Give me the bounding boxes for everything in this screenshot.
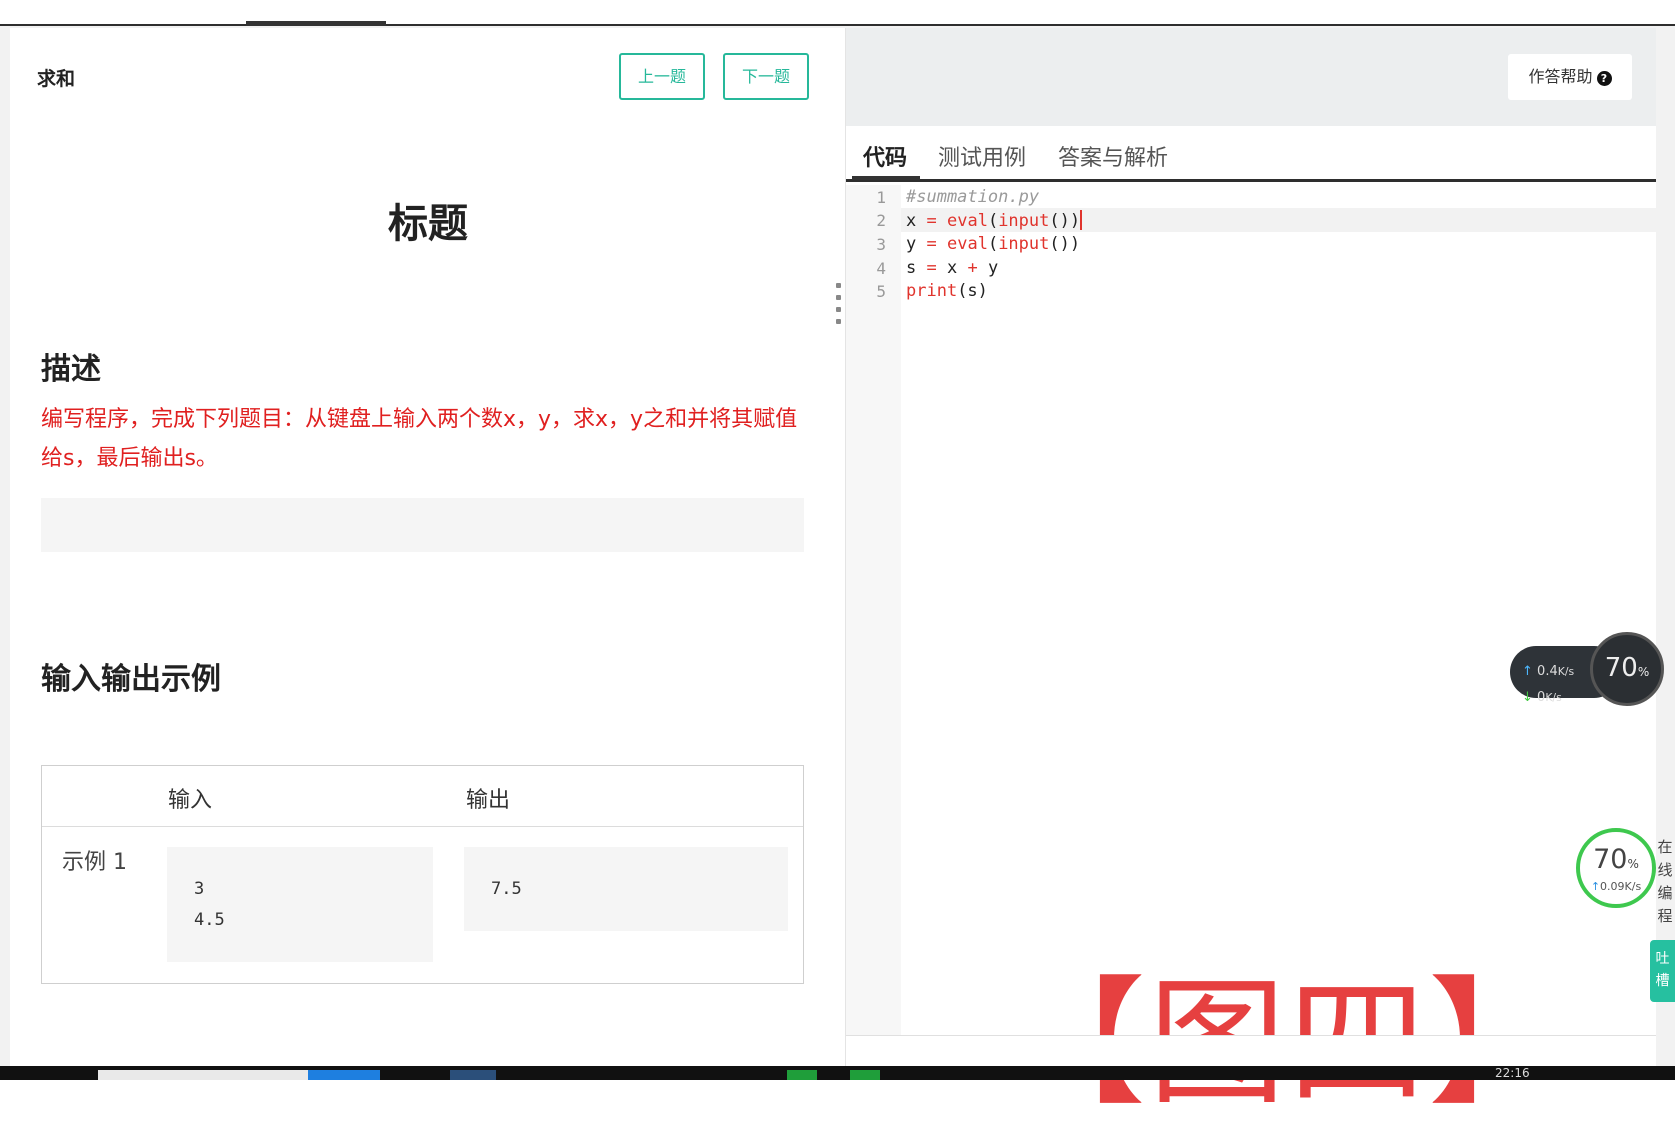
handle-dot bbox=[836, 283, 841, 288]
tab-test-cases[interactable]: 测试用例 bbox=[938, 140, 1026, 172]
io-col-input-header: 输入 bbox=[168, 788, 213, 813]
handle-dot bbox=[836, 319, 841, 324]
usage-percent: 70% bbox=[1593, 653, 1661, 683]
handle-dot bbox=[836, 295, 841, 300]
code-line[interactable]: #summation.py bbox=[906, 187, 1039, 207]
problem-header: 求和 上一题 下一题 bbox=[10, 28, 846, 124]
editor-footer bbox=[846, 1035, 1656, 1066]
answer-help-button[interactable]: 作答帮助? bbox=[1508, 54, 1632, 100]
taskbar-app-button[interactable] bbox=[787, 1070, 817, 1080]
download-speed: ↓ 0K/s bbox=[1522, 690, 1562, 705]
prev-problem-button[interactable]: 上一题 bbox=[619, 53, 705, 100]
network-monitor-widget[interactable]: ↑ 0.4K/s ↓ 0K/s 70% bbox=[1510, 632, 1664, 708]
io-col-output-header: 输出 bbox=[466, 788, 511, 813]
code-line[interactable]: s = x + y bbox=[906, 258, 998, 278]
upload-unit: K/s bbox=[1557, 665, 1575, 678]
active-tab-indicator bbox=[852, 176, 920, 180]
line-number: 5 bbox=[876, 282, 886, 301]
line-number: 2 bbox=[876, 211, 886, 230]
editor-tabs: 代码 测试用例 答案与解析 bbox=[846, 126, 1656, 182]
tab-answer-analysis[interactable]: 答案与解析 bbox=[1058, 140, 1168, 172]
upload-arrow-icon: ↑ bbox=[1590, 880, 1601, 893]
problem-title: 标题 bbox=[388, 201, 468, 247]
editor-panel: 作答帮助? 代码 测试用例 答案与解析 1 2 3 4 5 #summation… bbox=[846, 28, 1656, 1124]
editor-header: 作答帮助? bbox=[846, 28, 1656, 126]
problem-name: 求和 bbox=[37, 68, 76, 90]
tab-code[interactable]: 代码 bbox=[863, 140, 907, 172]
download-unit: K/s bbox=[1545, 691, 1562, 704]
code-editor[interactable]: 1 2 3 4 5 #summation.py x = eval(input()… bbox=[846, 185, 1656, 1124]
ball-percent: 70% bbox=[1580, 844, 1652, 875]
io-table-header: 输入 输出 bbox=[42, 766, 803, 827]
description-text: 编写程序，完成下列题目：从键盘上输入两个数x，y，求x，y之和并将其赋值给s，最… bbox=[41, 407, 798, 471]
code-line[interactable]: y = eval(input()) bbox=[906, 234, 1080, 254]
line-number: 1 bbox=[876, 188, 886, 207]
taskbar-search-box[interactable] bbox=[98, 1070, 308, 1080]
next-problem-button[interactable]: 下一题 bbox=[723, 53, 809, 100]
line-number: 4 bbox=[876, 259, 886, 278]
line-number-gutter bbox=[846, 185, 901, 1035]
text-caret bbox=[1080, 210, 1083, 230]
ball-speed-value: 0.09K/s bbox=[1600, 880, 1642, 893]
taskbar-clock[interactable]: 22:16 bbox=[1495, 1066, 1530, 1080]
problem-panel: 求和 上一题 下一题 标题 描述 编写程序，完成下列题目：从键盘上输入两个数x，… bbox=[10, 28, 846, 1066]
upload-arrow-icon: ↑ bbox=[1522, 664, 1533, 679]
description-placeholder-box bbox=[41, 498, 804, 552]
network-monitor-ball[interactable]: 70% ↑0.09K/s bbox=[1576, 828, 1656, 908]
description-heading: 描述 bbox=[41, 352, 101, 387]
ball-percent-value: 70 bbox=[1593, 844, 1628, 875]
figure-label-stamp: 【图四】 bbox=[1008, 931, 1568, 1131]
code-comment: #summation.py bbox=[906, 187, 1040, 207]
io-example-output: 7.5 bbox=[464, 847, 788, 931]
io-example-label: 示例 1 bbox=[62, 850, 127, 875]
taskbar-app-button[interactable] bbox=[450, 1070, 496, 1080]
question-circle-icon: ? bbox=[1596, 71, 1612, 86]
os-taskbar: 22:16 bbox=[0, 1066, 1675, 1080]
code-line[interactable]: print(s) bbox=[906, 281, 988, 301]
app-window: 求和 上一题 下一题 标题 描述 编写程序，完成下列题目：从键盘上输入两个数x，… bbox=[0, 0, 1675, 1124]
io-examples-heading: 输入输出示例 bbox=[41, 662, 221, 697]
upload-value: 0.4 bbox=[1537, 664, 1558, 679]
download-arrow-icon: ↓ bbox=[1522, 690, 1533, 705]
feedback-side-button[interactable]: 吐槽 bbox=[1650, 940, 1675, 1002]
ball-percent-unit: % bbox=[1627, 857, 1639, 871]
io-example-input: 3 4.5 bbox=[167, 847, 433, 962]
usage-unit: % bbox=[1637, 665, 1650, 679]
online-coding-side-tab[interactable]: 在线编程 bbox=[1655, 836, 1675, 928]
browser-tab-strip bbox=[0, 0, 1675, 26]
line-number: 3 bbox=[876, 235, 886, 254]
ball-speed: ↑0.09K/s bbox=[1580, 880, 1652, 893]
active-page-tab-indicator[interactable] bbox=[246, 21, 386, 26]
handle-dot bbox=[836, 307, 841, 312]
code-line[interactable]: x = eval(input()) bbox=[906, 210, 1083, 231]
usage-gauge: 70% bbox=[1590, 632, 1664, 706]
taskbar-app-button[interactable] bbox=[308, 1070, 380, 1080]
answer-help-label: 作答帮助 bbox=[1528, 67, 1593, 86]
taskbar-app-button[interactable] bbox=[850, 1070, 880, 1080]
upload-speed: ↑ 0.4K/s bbox=[1522, 664, 1574, 679]
panel-resize-handle[interactable] bbox=[836, 283, 842, 331]
usage-value: 70 bbox=[1604, 653, 1638, 683]
io-examples-table: 输入 输出 示例 1 3 4.5 7.5 bbox=[41, 765, 804, 984]
